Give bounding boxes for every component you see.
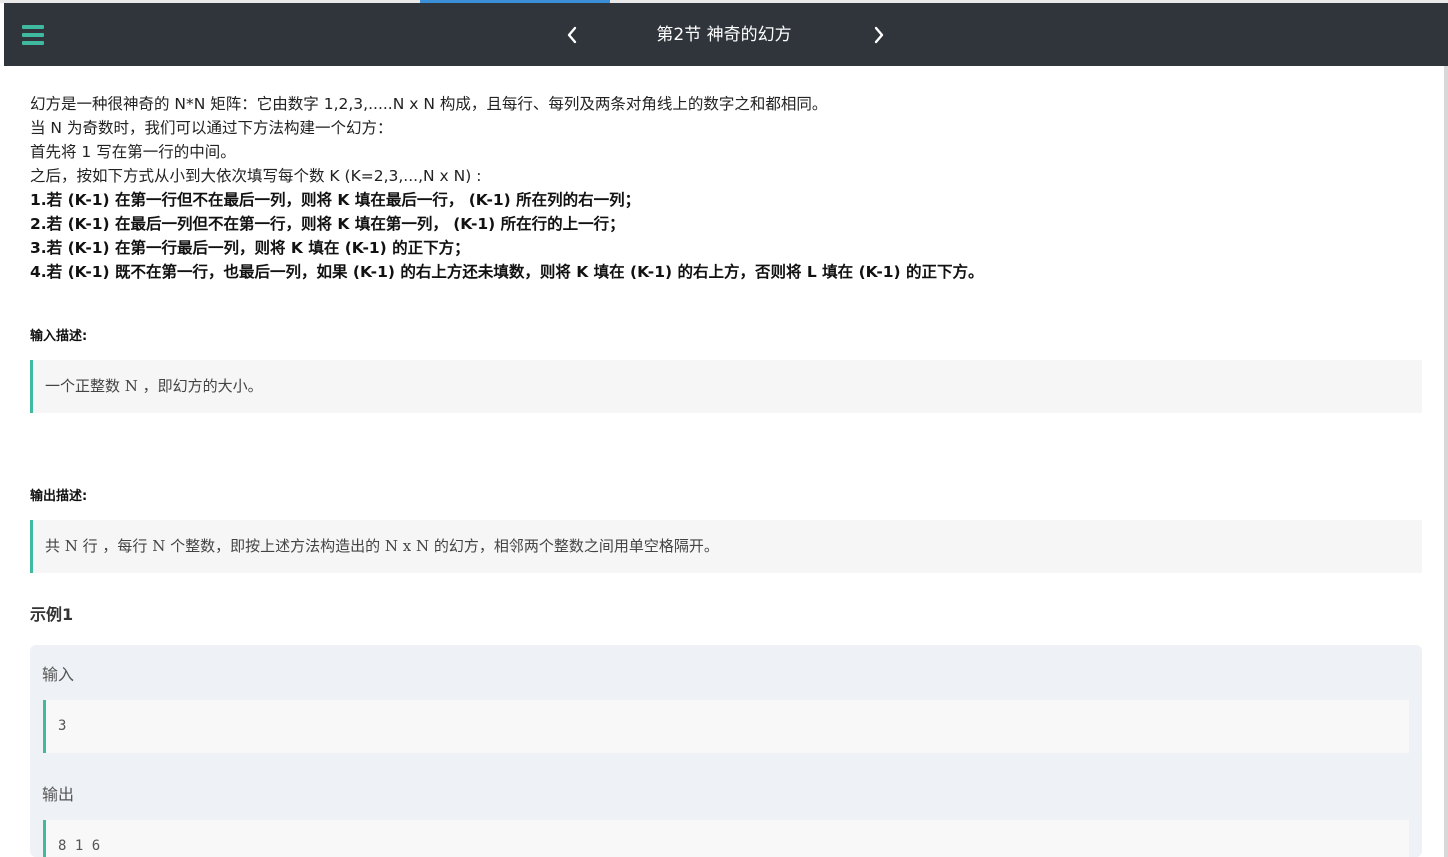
chevron-left-icon	[567, 26, 577, 44]
page-title: 第2节 神奇的幻方	[656, 25, 792, 45]
scrollbar-track[interactable]	[1444, 66, 1448, 857]
description-line: 幻方是一种很神奇的 N*N 矩阵：它由数字 1,2,3,.....N x N 构…	[30, 95, 828, 113]
previous-section-button[interactable]	[559, 20, 585, 50]
problem-description: 幻方是一种很神奇的 N*N 矩阵：它由数字 1,2,3,.....N x N 构…	[30, 92, 1422, 284]
rule-line: 3.若 (K-1) 在第一行最后一列，则将 K 填在 (K-1) 的正下方；	[30, 239, 470, 257]
example-output-code[interactable]: 8 1 6	[43, 820, 1409, 857]
next-section-button[interactable]	[866, 20, 892, 50]
rule-line: 2.若 (K-1) 在最后一列但不在第一行，则将 K 填在第一列， (K-1) …	[30, 215, 625, 233]
hamburger-menu-icon[interactable]	[22, 25, 44, 45]
output-description-box: 共 N 行 ，每行 N 个整数，即按上述方法构造出的 N x N 的幻方，相邻两…	[30, 520, 1422, 573]
input-description-box: 一个正整数 N ，即幻方的大小。	[30, 360, 1422, 413]
rule-line: 4.若 (K-1) 既不在第一行，也最后一列，如果 (K-1) 的右上方还未填数…	[30, 263, 984, 281]
example-box: 输入 3 输出 8 1 6	[30, 645, 1422, 857]
example-title: 示例1	[30, 605, 74, 624]
example-input-code[interactable]: 3	[43, 700, 1409, 753]
output-description-label: 输出描述:	[30, 489, 88, 504]
example-output-label: 输出	[42, 785, 75, 804]
example-input-label: 输入	[42, 665, 75, 684]
description-line: 首先将 1 写在第一行的中间。	[30, 143, 236, 161]
description-line: 之后，按如下方式从小到大依次填写每个数 K (K=2,3,...,N x N) …	[30, 167, 482, 185]
chevron-right-icon	[874, 26, 884, 44]
top-navbar: 第2节 神奇的幻方	[4, 3, 1448, 66]
description-line: 当 N 为奇数时，我们可以通过下方法构建一个幻方：	[30, 119, 393, 137]
rule-line: 1.若 (K-1) 在第一行但不在最后一列，则将 K 填在最后一行， (K-1)…	[30, 191, 641, 209]
input-description-label: 输入描述:	[30, 329, 88, 344]
